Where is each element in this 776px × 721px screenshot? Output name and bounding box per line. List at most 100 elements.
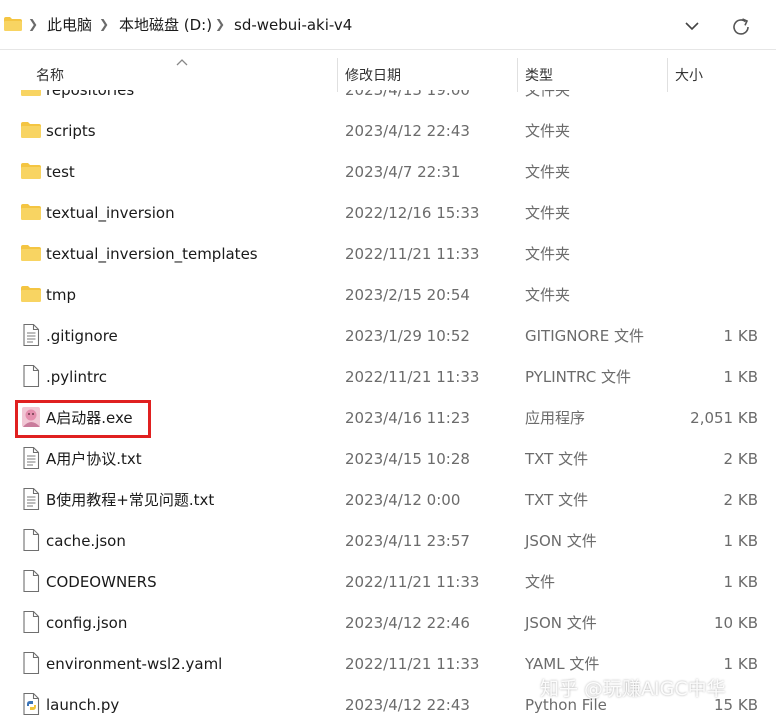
file-date: 2023/4/7 22:31 [345, 163, 461, 181]
file-name: .pylintrc [46, 368, 107, 386]
watermark: 知乎 @玩赚AIGC中华 [540, 678, 726, 700]
chevron-right-icon: ❯ [98, 17, 110, 31]
file-type: 文件夹 [525, 90, 571, 99]
folder-icon [4, 17, 22, 31]
file-name: textual_inversion [46, 204, 175, 222]
file-name: scripts [46, 122, 96, 140]
file-size: 1 KB [723, 655, 758, 673]
column-divider[interactable] [667, 58, 668, 92]
file-size: 2,051 KB [690, 409, 758, 427]
file-list: repositories 2023/4/13 19:00 文件夹 scripts… [0, 90, 776, 721]
chevron-right-icon: ❯ [27, 17, 39, 31]
file-icon [23, 610, 40, 634]
file-date: 2023/4/11 23:57 [345, 532, 470, 550]
file-type: 文件夹 [525, 204, 571, 222]
chevron-right-icon: ❯ [214, 17, 226, 31]
breadcrumb-drive-d[interactable]: 本地磁盘 (D:) [119, 15, 212, 35]
file-size: 2 KB [723, 491, 758, 509]
file-name: environment-wsl2.yaml [46, 655, 223, 673]
file-date: 2022/11/21 11:33 [345, 573, 480, 591]
file-name: config.json [46, 614, 128, 632]
list-item[interactable]: .pylintrc 2022/11/21 11:33 PYLINTRC 文件 1 KB [0, 356, 776, 397]
list-item[interactable]: .gitignore 2023/1/29 10:52 GITIGNORE 文件 1 K… [0, 315, 776, 356]
file-name: B使用教程+常见问题.txt [46, 491, 215, 509]
python-file-icon [23, 692, 40, 716]
folder-icon [21, 122, 41, 138]
file-icon [23, 651, 40, 675]
address-bar: ❯ 此电脑 ❯ 本地磁盘 (D:) ❯ sd-webui-aki-v4 [0, 0, 776, 50]
column-modified[interactable]: 修改日期 [345, 66, 401, 86]
file-date: 2023/2/15 20:54 [345, 286, 470, 304]
file-type: PYLINTRC 文件 [525, 368, 631, 386]
file-icon [23, 569, 40, 593]
file-name: repositories [46, 90, 135, 99]
refresh-icon[interactable] [728, 14, 754, 40]
folder-icon [21, 90, 41, 96]
file-icon [23, 364, 40, 388]
file-type: TXT 文件 [525, 450, 589, 468]
list-item[interactable]: tmp 2023/2/15 20:54 文件夹 [0, 274, 776, 315]
folder-icon [21, 163, 41, 179]
list-item[interactable]: textual_inversion 2022/12/16 15:33 文件夹 [0, 192, 776, 233]
file-name: A用户协议.txt [46, 450, 142, 468]
file-type: 文件夹 [525, 286, 571, 304]
list-item[interactable]: config.json 2023/4/12 22:46 JSON 文件 10 KB [0, 602, 776, 643]
file-date: 2022/11/21 11:33 [345, 655, 480, 673]
file-type: TXT 文件 [525, 491, 589, 509]
column-divider[interactable] [337, 58, 338, 92]
column-size[interactable]: 大小 [675, 66, 703, 86]
file-size: 1 KB [723, 327, 758, 345]
app-icon [22, 407, 40, 427]
file-name: cache.json [46, 532, 126, 550]
folder-icon [21, 245, 41, 261]
file-size: 1 KB [723, 532, 758, 550]
file-name: textual_inversion_templates [46, 245, 258, 263]
list-item[interactable]: B使用教程+常见问题.txt 2023/4/12 0:00 TXT 文件 2 KB [0, 479, 776, 520]
text-file-icon [23, 323, 40, 347]
file-date: 2023/4/12 22:43 [345, 696, 470, 714]
file-size: 10 KB [714, 614, 758, 632]
file-name: launch.py [46, 696, 120, 714]
list-item[interactable]: A用户协议.txt 2023/4/15 10:28 TXT 文件 2 KB [0, 438, 776, 479]
folder-icon [21, 204, 41, 220]
file-date: 2022/11/21 11:33 [345, 245, 480, 263]
column-header: 名称 修改日期 类型 大小 [0, 50, 776, 92]
column-type[interactable]: 类型 [525, 66, 553, 86]
file-name: tmp [46, 286, 77, 304]
file-name: A启动器.exe [46, 409, 133, 427]
file-size: 1 KB [723, 368, 758, 386]
file-type: 文件夹 [525, 122, 571, 140]
file-date: 2023/4/12 22:46 [345, 614, 470, 632]
file-type: JSON 文件 [525, 614, 597, 632]
file-name: CODEOWNERS [46, 573, 157, 591]
file-name: test [46, 163, 75, 181]
file-date: 2023/1/29 10:52 [345, 327, 470, 345]
list-item[interactable]: textual_inversion_templates 2022/11/21 11… [0, 233, 776, 274]
file-date: 2023/4/13 19:00 [345, 90, 470, 99]
breadcrumb-this-pc[interactable]: 此电脑 [47, 15, 92, 35]
folder-icon [21, 286, 41, 302]
file-name: .gitignore [46, 327, 118, 345]
list-item[interactable]: A启动器.exe 2023/4/16 11:23 应用程序 2,051 KB [0, 397, 776, 438]
file-type: 应用程序 [525, 409, 586, 427]
breadcrumb-current-folder[interactable]: sd-webui-aki-v4 [234, 15, 352, 35]
file-date: 2023/4/16 11:23 [345, 409, 470, 427]
chevron-down-icon[interactable] [680, 14, 704, 38]
column-name[interactable]: 名称 [36, 66, 64, 86]
column-divider[interactable] [517, 58, 518, 92]
file-type: 文件夹 [525, 163, 571, 181]
file-type: 文件夹 [525, 245, 571, 263]
file-date: 2023/4/12 0:00 [345, 491, 461, 509]
text-file-icon [23, 446, 40, 470]
file-date: 2022/12/16 15:33 [345, 204, 480, 222]
file-type: JSON 文件 [525, 532, 597, 550]
file-date: 2023/4/15 10:28 [345, 450, 470, 468]
list-item[interactable]: cache.json 2023/4/11 23:57 JSON 文件 1 KB [0, 520, 776, 561]
sort-ascending-icon [176, 59, 188, 66]
list-item[interactable]: CODEOWNERS 2022/11/21 11:33 文件 1 KB [0, 561, 776, 602]
file-type: YAML 文件 [525, 655, 600, 673]
list-item[interactable]: scripts 2023/4/12 22:43 文件夹 [0, 110, 776, 151]
list-item[interactable]: test 2023/4/7 22:31 文件夹 [0, 151, 776, 192]
file-icon [23, 528, 40, 552]
file-date: 2023/4/12 22:43 [345, 122, 470, 140]
